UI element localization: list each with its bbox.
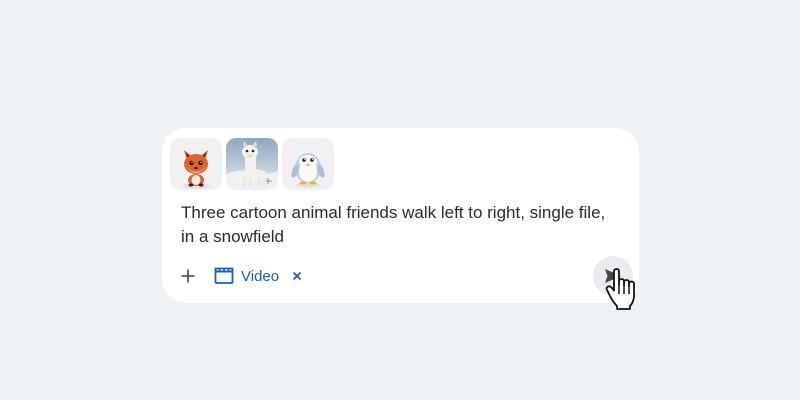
- prompt-toolbar: Video: [178, 263, 303, 289]
- prompt-textarea[interactable]: Three cartoon animal friends walk left t…: [181, 201, 621, 249]
- hand-pointer-cursor-icon: [605, 268, 635, 310]
- attachment-strip: [170, 138, 334, 190]
- llama-thumbnail[interactable]: [226, 138, 278, 190]
- add-button[interactable]: [178, 266, 198, 286]
- clapperboard-icon: [214, 267, 234, 285]
- prompt-text-line2: in a snowfield: [181, 227, 285, 246]
- video-chip-label: Video: [241, 267, 280, 285]
- stage: Three cartoon animal friends walk left t…: [0, 0, 800, 400]
- prompt-text-line1: Three cartoon animal friends walk left t…: [181, 203, 606, 222]
- prompt-card: Three cartoon animal friends walk left t…: [162, 128, 639, 303]
- fox-thumbnail[interactable]: [170, 138, 222, 190]
- close-icon[interactable]: [291, 270, 303, 282]
- video-mode-chip[interactable]: Video: [214, 267, 303, 285]
- penguin-thumbnail[interactable]: [282, 138, 334, 190]
- plus-icon: [181, 269, 195, 283]
